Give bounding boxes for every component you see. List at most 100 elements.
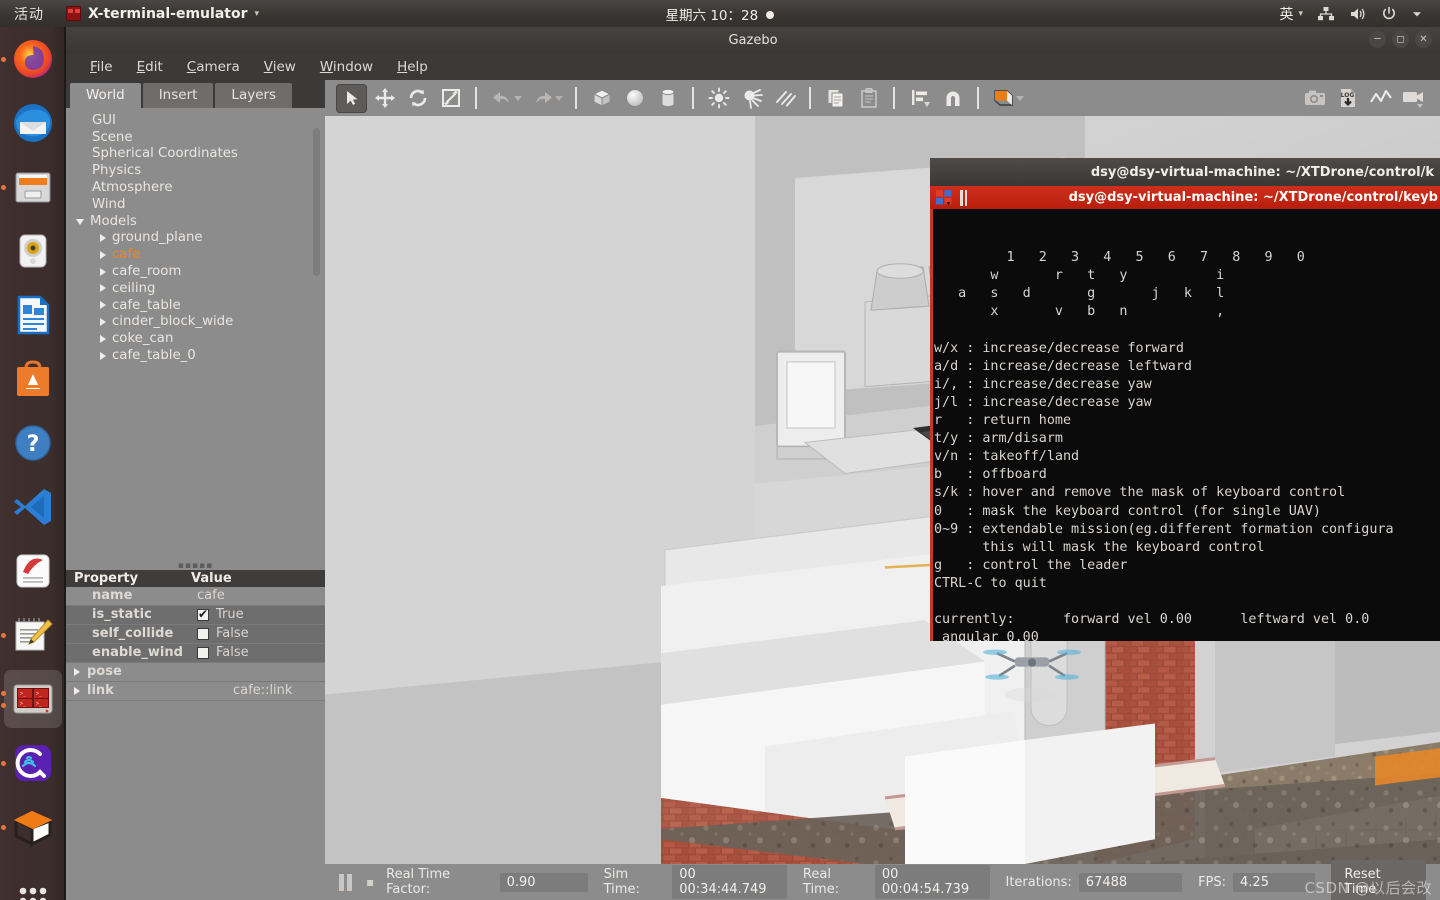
menu-camera[interactable]: Camera — [177, 56, 250, 78]
close-button[interactable]: ✕ — [1415, 31, 1432, 48]
chevron-right-icon[interactable] — [100, 250, 106, 259]
world-tree[interactable]: GUI Scene Spherical Coordinates Physics … — [66, 108, 325, 563]
menu-edit[interactable]: Edit — [127, 56, 173, 78]
snap-button[interactable] — [937, 84, 968, 113]
tab-world[interactable]: World — [70, 83, 141, 108]
copy-button[interactable] — [820, 84, 851, 113]
launcher-item-help[interactable]: ? — [0, 411, 66, 475]
insert-box-button[interactable] — [586, 84, 617, 113]
tree-item-cafe-table[interactable]: cafe_table — [66, 297, 325, 314]
log-data-button[interactable]: LOG — [1332, 84, 1363, 113]
property-row-self-collide[interactable]: self_collide False — [66, 624, 325, 644]
tree-item-ground-plane[interactable]: ground_plane — [66, 230, 325, 247]
terminal-window[interactable]: dsy@dsy-virtual-machine: ~/XTDrone/contr… — [930, 158, 1440, 641]
menu-window[interactable]: Window — [310, 56, 383, 78]
chevron-right-icon[interactable] — [74, 686, 80, 695]
tree-item-atmosphere[interactable]: Atmosphere — [66, 179, 325, 196]
paste-button[interactable] — [853, 84, 884, 113]
menu-help[interactable]: Help — [387, 56, 438, 78]
gazebo-titlebar[interactable]: Gazebo ─ ◻ ✕ — [66, 27, 1440, 53]
terminal-background-titlebar[interactable]: dsy@dsy-virtual-machine: ~/XTDrone/contr… — [930, 158, 1440, 186]
chevron-right-icon[interactable] — [100, 267, 106, 276]
rotate-mode-button[interactable] — [402, 84, 433, 113]
input-method-indicator[interactable]: 英 ▾ — [1272, 4, 1310, 24]
launcher-item-rhythmbox[interactable] — [0, 219, 66, 283]
chevron-right-icon[interactable] — [100, 334, 106, 343]
launcher-item-show-applications[interactable] — [0, 869, 66, 900]
maximize-button[interactable]: ◻ — [1392, 31, 1409, 48]
tree-item-cafe-room[interactable]: cafe_room — [66, 263, 325, 280]
pause-button[interactable] — [339, 873, 352, 891]
terminal-tab-bar[interactable]: dsy@dsy-virtual-machine: ~/XTDrone/contr… — [930, 186, 1440, 209]
chevron-right-icon[interactable] — [100, 301, 106, 310]
tree-item-spherical-coordinates[interactable]: Spherical Coordinates — [66, 146, 325, 163]
active-app-name[interactable]: X-terminal-emulator — [88, 6, 247, 22]
volume-icon[interactable] — [1342, 6, 1374, 22]
terminal-output[interactable]: 1 2 3 4 5 6 7 8 9 0 w r t y i a s d g j … — [930, 209, 1440, 641]
menu-view[interactable]: View — [254, 56, 306, 78]
network-icon[interactable] — [1310, 6, 1342, 22]
tree-item-ceiling[interactable]: ceiling — [66, 280, 325, 297]
property-row-name[interactable]: name cafe — [66, 586, 325, 606]
record-video-button[interactable] — [1398, 84, 1429, 113]
step-button[interactable]: ▪ — [366, 875, 374, 889]
menu-file[interactable]: File — [80, 56, 123, 78]
insert-sphere-button[interactable] — [619, 84, 650, 113]
insert-directional-light-button[interactable] — [769, 84, 800, 113]
scale-mode-button[interactable] — [435, 84, 466, 113]
enable-wind-checkbox[interactable] — [197, 646, 209, 659]
launcher-item-document-viewer[interactable] — [0, 539, 66, 603]
chevron-right-icon[interactable] — [100, 233, 106, 242]
select-mode-button[interactable] — [336, 83, 367, 113]
align-button[interactable] — [904, 84, 935, 113]
tab-insert[interactable]: Insert — [142, 83, 214, 108]
tree-item-physics[interactable]: Physics — [66, 162, 325, 179]
launcher-item-text-editor[interactable] — [0, 603, 66, 667]
panel-splitter[interactable]: ▪▪▪▪▪ — [66, 562, 325, 571]
is-static-checkbox[interactable] — [197, 607, 209, 621]
launcher-item-firefox[interactable] — [0, 27, 66, 91]
tree-item-cafe-table-0[interactable]: cafe_table_0 — [66, 347, 325, 364]
activities-button[interactable]: 活动 — [14, 4, 44, 24]
tree-item-scene[interactable]: Scene — [66, 129, 325, 146]
insert-point-light-button[interactable] — [703, 84, 734, 113]
launcher-item-libreoffice-writer[interactable] — [0, 283, 66, 347]
launcher-item-gazebo[interactable] — [0, 795, 66, 859]
launcher-item-vscode[interactable] — [0, 475, 66, 539]
power-icon[interactable] — [1374, 6, 1404, 22]
view-angle-button[interactable] — [988, 84, 1019, 113]
redo-button[interactable] — [527, 84, 558, 113]
chevron-right-icon[interactable] — [100, 317, 106, 326]
chevron-right-icon[interactable] — [100, 284, 106, 293]
plot-button[interactable] — [1365, 84, 1396, 113]
tab-layers[interactable]: Layers — [215, 83, 293, 108]
tree-item-coke-can[interactable]: coke_can — [66, 330, 325, 347]
tree-item-models[interactable]: Models — [66, 213, 325, 230]
property-row-pose[interactable]: pose — [66, 662, 325, 682]
launcher-item-files[interactable] — [0, 155, 66, 219]
tree-item-cafe[interactable]: cafe — [66, 246, 325, 263]
screenshot-button[interactable] — [1299, 84, 1330, 113]
chevron-down-icon[interactable] — [76, 219, 84, 226]
reset-time-button[interactable]: Reset Time — [1331, 860, 1427, 900]
chevron-right-icon[interactable] — [74, 667, 80, 676]
launcher-item-terminal[interactable]: >_ >_ >_ >_ — [0, 667, 66, 731]
chevron-right-icon[interactable] — [100, 351, 106, 360]
property-row-is-static[interactable]: is_static True — [66, 605, 325, 625]
chevron-down-icon[interactable]: ▾ — [254, 9, 259, 19]
launcher-item-ubuntu-software[interactable] — [0, 347, 66, 411]
insert-spot-light-button[interactable] — [736, 84, 767, 113]
self-collide-checkbox[interactable] — [197, 627, 209, 640]
launcher-item-thunderbird[interactable] — [0, 91, 66, 155]
tree-scrollbar[interactable] — [313, 128, 320, 276]
tree-item-gui[interactable]: GUI — [66, 112, 325, 129]
property-row-link[interactable]: link cafe::link — [66, 681, 325, 701]
minimize-button[interactable]: ─ — [1369, 31, 1386, 48]
tree-item-cinder-block-wide[interactable]: cinder_block_wide — [66, 314, 325, 331]
translate-mode-button[interactable] — [369, 84, 400, 113]
property-row-enable-wind[interactable]: enable_wind False — [66, 643, 325, 663]
insert-cylinder-button[interactable] — [652, 84, 683, 113]
launcher-item-qgroundcontrol[interactable] — [0, 731, 66, 795]
chevron-down-icon[interactable] — [1404, 8, 1430, 20]
tree-item-wind[interactable]: Wind — [66, 196, 325, 213]
